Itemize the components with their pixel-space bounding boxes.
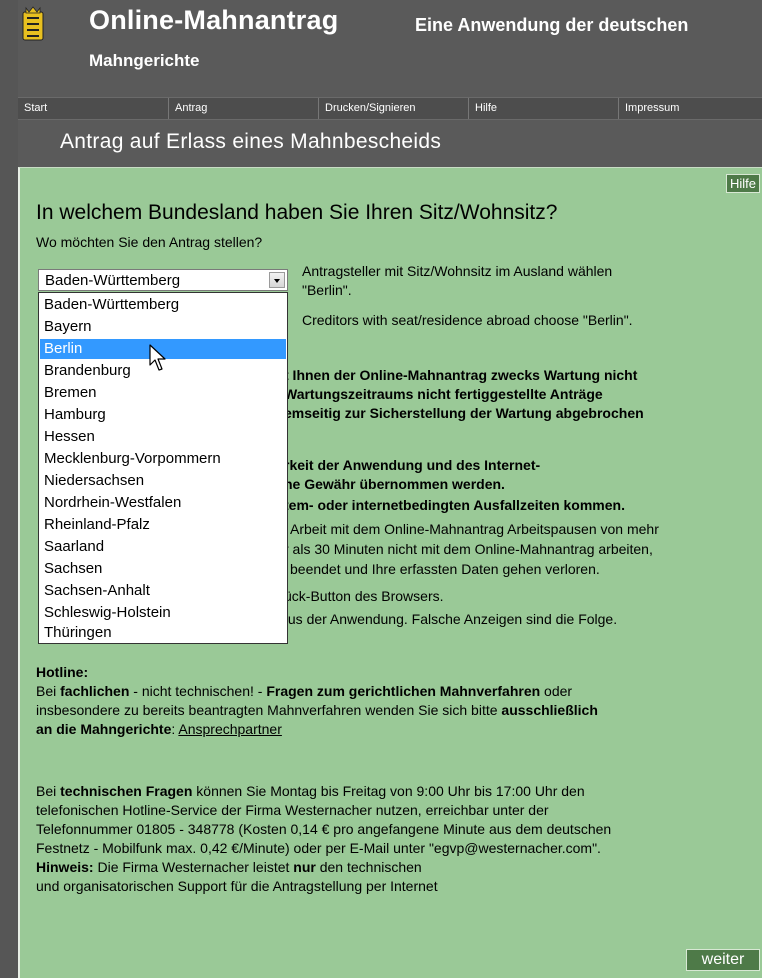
- option-rheinland-pfalz[interactable]: Rheinland-Pfalz: [40, 515, 286, 535]
- option-hessen[interactable]: Hessen: [40, 427, 286, 447]
- maintenance-line-8: r als 30 Minuten nicht mit dem Online-Ma…: [284, 541, 653, 557]
- maintenance-line-10: ück-Button des Browsers.: [284, 588, 444, 604]
- page-title: Antrag auf Erlass eines Mahnbescheids: [60, 130, 442, 153]
- option-sachsen[interactable]: Sachsen: [40, 559, 286, 579]
- option-niedersachsen[interactable]: Niedersachsen: [40, 471, 286, 491]
- chevron-down-icon[interactable]: [269, 272, 285, 288]
- option-nordrhein-westfalen[interactable]: Nordrhein-Westfalen: [40, 493, 286, 513]
- option-hamburg[interactable]: Hamburg: [40, 405, 286, 425]
- maintenance-line-7: Arbeit mit dem Online-Mahnantrag Arbeits…: [290, 521, 659, 537]
- next-button[interactable]: weiter: [686, 949, 760, 971]
- abroad-note-en: Creditors with seat/residence abroad cho…: [302, 312, 633, 328]
- maintenance-line-5: ne Gewähr übernommen werden.: [284, 476, 505, 492]
- page: Online-Mahnantrag Eine Anwendung der deu…: [0, 0, 762, 978]
- tech-line-6: und organisatorischen Support für die An…: [36, 878, 438, 894]
- nav-hilfe[interactable]: Hilfe: [468, 98, 618, 119]
- option-thueringen[interactable]: Thüringen: [40, 623, 286, 643]
- hotline-line-2: insbesondere zu bereits beantragten Mahn…: [36, 702, 598, 718]
- app-subtitle: Eine Anwendung der deutschen: [415, 15, 689, 35]
- nav-impressum[interactable]: Impressum: [618, 98, 762, 119]
- maintenance-line-6: tem- oder internetbedingten Ausfallzeite…: [284, 497, 625, 513]
- option-sachsen-anhalt[interactable]: Sachsen-Anhalt: [40, 581, 286, 601]
- maintenance-line-9: beendet und Ihre erfassten Daten gehen v…: [290, 561, 600, 577]
- left-bar: [0, 0, 18, 978]
- option-mecklenburg-vorpommern[interactable]: Mecklenburg-Vorpommern: [40, 449, 286, 469]
- select-value: Baden-Württemberg: [45, 272, 181, 289]
- option-schleswig-holstein[interactable]: Schleswig-Holstein: [40, 603, 286, 623]
- abroad-note-de-2: "Berlin".: [302, 282, 352, 298]
- mouse-pointer-icon: [149, 344, 166, 371]
- bundesland-select[interactable]: Baden-Württemberg: [38, 269, 288, 291]
- hotline-line-1: Bei fachlichen - nicht technischen! - Fr…: [36, 683, 573, 699]
- option-saarland[interactable]: Saarland: [40, 537, 286, 557]
- nav-drucken-signieren[interactable]: Drucken/Signieren: [318, 98, 468, 119]
- maintenance-line-11: tus der Anwendung. Falsche Anzeigen sind…: [284, 611, 618, 627]
- tech-line-2: telefonischen Hotline-Service der Firma …: [36, 802, 549, 818]
- help-button[interactable]: Hilfe: [725, 174, 760, 193]
- option-baden-wuerttemberg[interactable]: Baden-Württemberg: [40, 295, 286, 315]
- sub-question: Wo möchten Sie den Antrag stellen?: [36, 234, 263, 250]
- hotline-heading: Hotline:: [36, 664, 89, 680]
- nav-antrag[interactable]: Antrag: [168, 98, 318, 119]
- hotline-line-3: an die Mahngerichte: Ansprechpartner: [36, 721, 282, 737]
- option-bremen[interactable]: Bremen: [40, 383, 286, 403]
- tech-line-3: Telefonnummer 01805 - 348778 (Kosten 0,1…: [36, 821, 612, 837]
- main-content: Hilfe In welchem Bundesland haben Sie Ih…: [18, 167, 762, 978]
- tech-line-5: Hinweis: Die Firma Westernacher leistet …: [36, 859, 422, 875]
- app-subtitle-2: Mahngerichte: [89, 51, 200, 70]
- maintenance-line-3: emseitig zur Sicherstellung der Wartung …: [284, 405, 644, 421]
- maintenance-line-4: rkeit der Anwendung und des Internet-: [284, 457, 541, 473]
- main-nav: Start Antrag Drucken/Signieren Hilfe Imp…: [18, 97, 762, 120]
- tech-line-4: Festnetz - Mobilfunk max. 0,42 €/Minute)…: [36, 840, 601, 856]
- ansprechpartner-link[interactable]: Ansprechpartner: [178, 721, 282, 737]
- app-title: Online-Mahnantrag: [89, 5, 339, 35]
- state-crest-icon: [22, 6, 44, 41]
- option-bayern[interactable]: Bayern: [40, 317, 286, 337]
- maintenance-line-1: t Ihnen der Online-Mahnantrag zwecks War…: [284, 367, 638, 383]
- nav-start[interactable]: Start: [18, 98, 168, 119]
- tech-line-1: Bei technischen Fragen können Sie Montag…: [36, 783, 585, 799]
- maintenance-line-2: Wartungszeitraums nicht fertiggestellte …: [284, 386, 603, 402]
- abroad-note-de-1: Antragsteller mit Sitz/Wohnsitz im Ausla…: [302, 263, 613, 279]
- question-heading: In welchem Bundesland haben Sie Ihren Si…: [36, 201, 558, 224]
